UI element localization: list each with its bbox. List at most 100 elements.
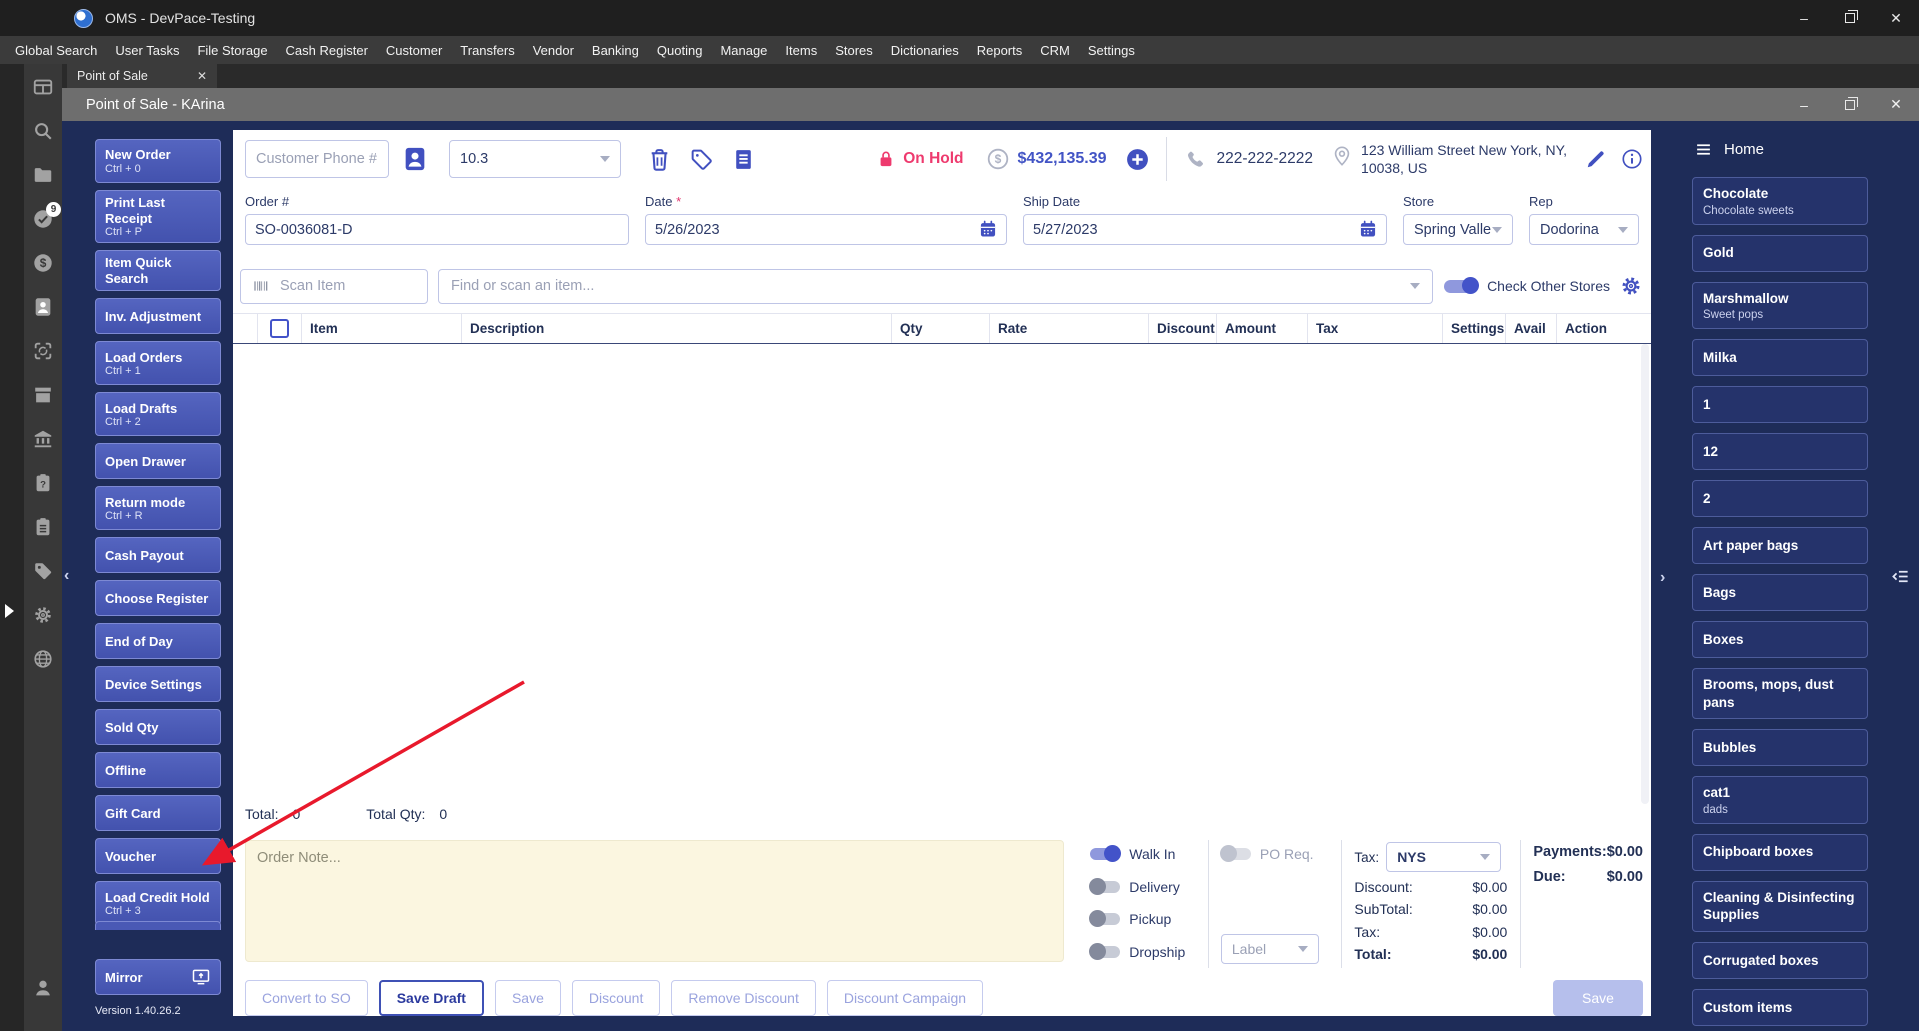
gear-icon[interactable]: [32, 604, 54, 626]
column-header[interactable]: Settings: [1443, 314, 1506, 343]
register-select[interactable]: 10.3: [449, 140, 621, 178]
column-header[interactable]: Tax: [1308, 314, 1443, 343]
collapse-sidebar-icon[interactable]: [1891, 567, 1910, 586]
category-button[interactable]: Marshmallow Sweet pops: [1692, 281, 1868, 330]
edit-pencil-icon[interactable]: [1585, 148, 1607, 170]
gear-icon[interactable]: [1619, 274, 1643, 298]
command-button[interactable]: Load Credit Hold Ctrl + 3: [95, 881, 221, 926]
category-button[interactable]: Art paper bags: [1692, 527, 1868, 565]
tab-close-icon[interactable]: ✕: [197, 69, 207, 83]
command-button[interactable]: Cash Payout: [95, 537, 221, 574]
command-button[interactable]: Offline: [95, 752, 221, 789]
store-icon[interactable]: [32, 384, 54, 406]
ship-date-input[interactable]: [1023, 214, 1387, 245]
menu-item[interactable]: Global Search: [6, 43, 106, 58]
pos-close-button[interactable]: ✕: [1873, 88, 1919, 121]
hamburger-icon[interactable]: [1695, 141, 1712, 158]
globe-icon[interactable]: [32, 648, 54, 670]
date-input[interactable]: [645, 214, 1007, 245]
menu-item[interactable]: Vendor: [524, 43, 583, 58]
category-button[interactable]: Cleaning & Disinfecting Supplies: [1692, 880, 1868, 932]
menu-item[interactable]: Quoting: [648, 43, 712, 58]
order-note-input[interactable]: [245, 840, 1065, 962]
po-req-toggle[interactable]: [1219, 845, 1251, 862]
command-button[interactable]: Open Drawer: [95, 443, 221, 480]
column-header[interactable]: Amount: [1217, 314, 1308, 343]
order-number-input[interactable]: [245, 214, 629, 245]
column-header[interactable]: Description: [462, 314, 892, 343]
menu-item[interactable]: Transfers: [451, 43, 523, 58]
category-button[interactable]: Boxes: [1692, 621, 1868, 659]
label-select[interactable]: Label: [1220, 934, 1319, 964]
dashboard-icon[interactable]: [32, 76, 54, 98]
column-header[interactable]: Avail: [1506, 314, 1557, 343]
menu-item[interactable]: Items: [776, 43, 826, 58]
folder-icon[interactable]: [32, 164, 54, 186]
column-header[interactable]: Discount: [1149, 314, 1217, 343]
menu-item[interactable]: Cash Register: [277, 43, 377, 58]
tasks-icon[interactable]: 9: [32, 202, 61, 230]
price-tag-icon[interactable]: [689, 147, 714, 172]
command-button[interactable]: Voucher: [95, 838, 221, 875]
command-button[interactable]: Return mode Ctrl + R: [95, 486, 221, 531]
action-button[interactable]: Convert to SO: [245, 980, 368, 1016]
calendar-icon[interactable]: [1358, 219, 1378, 239]
mirror-button[interactable]: Mirror: [95, 959, 221, 995]
collapse-left-panel-icon[interactable]: ‹: [64, 567, 69, 585]
menu-item[interactable]: Dictionaries: [882, 43, 968, 58]
table-scrollbar[interactable]: [1641, 344, 1649, 804]
add-customer-button[interactable]: [1125, 147, 1150, 172]
receipt-icon[interactable]: [731, 147, 756, 172]
pos-maximize-button[interactable]: [1827, 88, 1873, 121]
menu-item[interactable]: Settings: [1079, 43, 1144, 58]
menu-item[interactable]: Customer: [377, 43, 451, 58]
tag-icon[interactable]: [32, 560, 54, 582]
column-header[interactable]: Rate: [990, 314, 1149, 343]
user-icon[interactable]: [32, 977, 54, 999]
select-all-checkbox[interactable]: [270, 319, 289, 338]
close-button[interactable]: ✕: [1873, 0, 1919, 36]
rep-select[interactable]: Dodorina: [1529, 214, 1639, 245]
command-button[interactable]: Choose Register: [95, 580, 221, 617]
menu-item[interactable]: CRM: [1031, 43, 1079, 58]
home-row[interactable]: Home: [1695, 141, 1919, 158]
save-button[interactable]: Save: [1553, 980, 1643, 1016]
category-button[interactable]: 2: [1692, 480, 1868, 518]
action-button[interactable]: Discount: [571, 980, 661, 1016]
scan-item-input[interactable]: Scan Item: [240, 268, 428, 304]
info-icon[interactable]: [1621, 148, 1643, 170]
toggle[interactable]: [1089, 942, 1121, 960]
column-header[interactable]: Action: [1557, 314, 1651, 343]
command-button[interactable]: Print Last Receipt Ctrl + P: [95, 190, 221, 244]
contacts-icon[interactable]: [32, 296, 54, 318]
expand-nav-icon[interactable]: [5, 604, 14, 618]
column-header[interactable]: Qty: [892, 314, 990, 343]
calendar-icon[interactable]: [978, 219, 998, 239]
command-button[interactable]: Device Settings: [95, 666, 221, 703]
item-search-combobox[interactable]: Find or scan an item...: [438, 268, 1434, 304]
bank-icon[interactable]: [32, 428, 54, 450]
toggle[interactable]: [1089, 877, 1121, 895]
menu-item[interactable]: Reports: [968, 43, 1032, 58]
contact-card-icon[interactable]: [401, 145, 429, 173]
help-clipboard-icon[interactable]: [32, 472, 54, 494]
check-other-stores-toggle[interactable]: [1444, 276, 1480, 294]
action-button[interactable]: Save: [494, 980, 561, 1016]
maximize-button[interactable]: [1827, 0, 1873, 36]
command-button[interactable]: New Order Ctrl + 0: [95, 139, 221, 183]
command-button[interactable]: Gift Card: [95, 795, 221, 832]
menu-item[interactable]: File Storage: [188, 43, 276, 58]
category-button[interactable]: Bubbles: [1692, 729, 1868, 767]
expand-right-icon[interactable]: ›: [1660, 569, 1665, 587]
action-button[interactable]: Remove Discount: [671, 980, 816, 1016]
command-button[interactable]: Load Orders Ctrl + 1: [95, 341, 221, 386]
category-button[interactable]: cat1 dads: [1692, 776, 1868, 824]
command-button[interactable]: Sold Qty: [95, 709, 221, 746]
menu-item[interactable]: Stores: [826, 43, 882, 58]
category-button[interactable]: Milka: [1692, 339, 1868, 377]
command-button[interactable]: End of Day: [95, 623, 221, 660]
menu-item[interactable]: Banking: [583, 43, 648, 58]
column-header[interactable]: Item: [302, 314, 462, 343]
command-button-partial[interactable]: [95, 921, 221, 930]
category-button[interactable]: Bags: [1692, 574, 1868, 612]
